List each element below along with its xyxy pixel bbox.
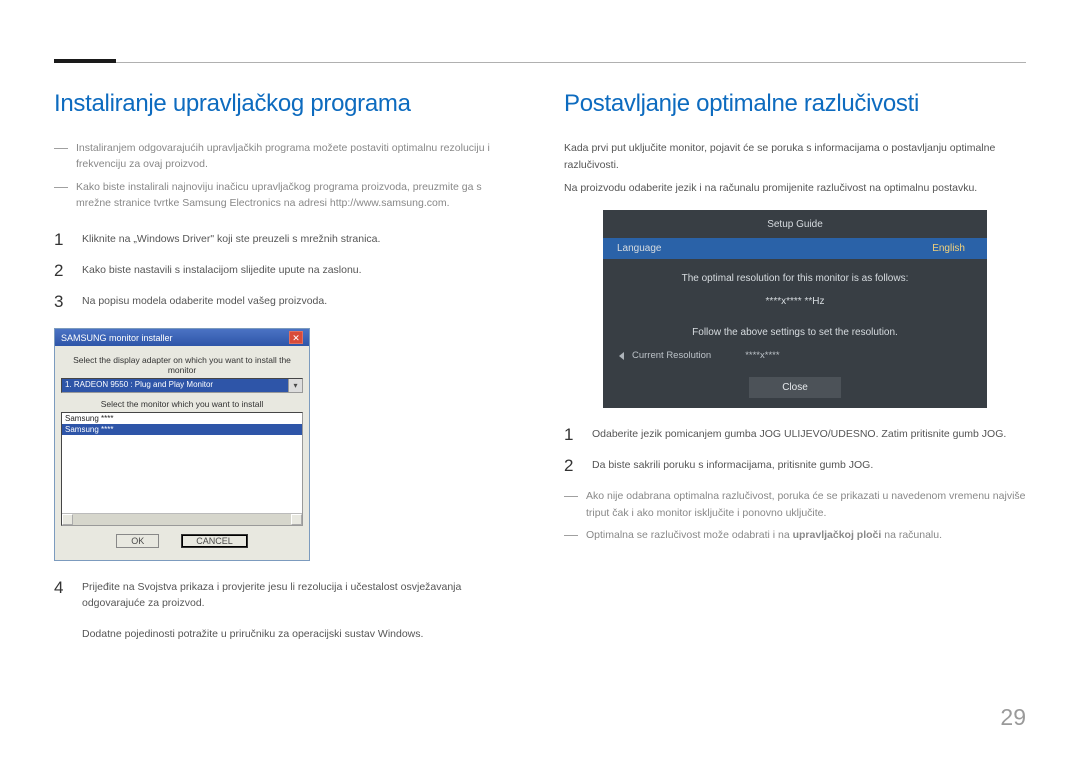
osd-line: Follow the above settings to set the res…	[603, 325, 987, 340]
step-number: 2	[564, 457, 578, 474]
osd-language-row[interactable]: Language English	[603, 238, 987, 259]
dialog-label: Select the display adapter on which you …	[61, 355, 303, 375]
scroll-button-right[interactable]	[291, 514, 302, 525]
note-item: ― Optimalna se razlučivost može odabrati…	[564, 527, 1026, 543]
chevron-down-icon[interactable]: ▾	[288, 379, 302, 392]
osd-resolution: ****x**** **Hz	[603, 294, 987, 309]
osd-lang-label: Language	[617, 243, 662, 254]
step-item: 1 Kliknite na „Windows Driver" koji ste …	[54, 231, 516, 248]
step-text: Da biste sakrili poruku s informacijama,…	[592, 457, 873, 474]
adapter-selected: 1. RADEON 9550 : Plug and Play Monitor	[62, 379, 288, 392]
note-text-bold: upravljačkoj ploči	[793, 529, 882, 541]
step-item: 3 Na popisu modela odaberite model vašeg…	[54, 293, 516, 310]
note-text: Instaliranjem odgovarajućih upravljačkih…	[76, 140, 516, 173]
list-item[interactable]: Samsung ****	[62, 413, 302, 424]
dialog-titlebar: SAMSUNG monitor installer ✕	[55, 329, 309, 346]
osd-title: Setup Guide	[603, 214, 987, 238]
scroll-track[interactable]	[73, 514, 291, 525]
note-item: ― Kako biste instalirali najnoviju inači…	[54, 179, 516, 212]
scroll-button-left[interactable]	[62, 514, 73, 525]
note-text: Kako biste instalirali najnoviju inačicu…	[76, 179, 516, 212]
adapter-dropdown[interactable]: 1. RADEON 9550 : Plug and Play Monitor ▾	[61, 378, 303, 393]
installer-dialog: SAMSUNG monitor installer ✕ Select the d…	[54, 328, 310, 561]
osd-screenshot: Setup Guide Language English The optimal…	[603, 210, 987, 408]
note-item: ― Instaliranjem odgovarajućih upravljačk…	[54, 140, 516, 173]
dash-icon: ―	[54, 140, 68, 173]
list-item[interactable]: Samsung ****	[62, 424, 302, 435]
dialog-label: Select the monitor which you want to ins…	[61, 399, 303, 409]
intro-text: Kada prvi put uključite monitor, pojavit…	[564, 140, 1026, 174]
cancel-button[interactable]: CANCEL	[181, 534, 248, 548]
page-number: 29	[1000, 704, 1026, 731]
triangle-left-icon	[619, 352, 624, 360]
dialog-buttons: OK CANCEL	[61, 526, 303, 554]
header-rule	[54, 62, 1026, 63]
step-text: Kako biste nastavili s instalacijom slij…	[82, 262, 362, 279]
note-text-part: Optimalna se razlučivost može odabrati i…	[586, 529, 793, 541]
step-text: Prijeđite na Svojstva prikaza i provjeri…	[82, 579, 516, 612]
step-text-group: Prijeđite na Svojstva prikaza i provjeri…	[82, 579, 516, 642]
step-text: Kliknite na „Windows Driver" koji ste pr…	[82, 231, 380, 248]
step-number: 3	[54, 293, 68, 310]
step-number: 1	[54, 231, 68, 248]
step-text: Na popisu modela odaberite model vašeg p…	[82, 293, 327, 310]
osd-close-button[interactable]: Close	[749, 377, 841, 398]
step-text: Odaberite jezik pomicanjem gumba JOG ULI…	[592, 426, 1006, 443]
osd-panel: Setup Guide Language English The optimal…	[603, 210, 987, 408]
scrollbar-horizontal[interactable]	[62, 513, 302, 525]
step-number: 1	[564, 426, 578, 443]
step-subtext: Dodatne pojedinosti potražite u priručni…	[82, 626, 516, 642]
left-column: Instaliranje upravljačkog programa ― Ins…	[54, 90, 516, 723]
step-item: 2 Kako biste nastavili s instalacijom sl…	[54, 262, 516, 279]
note-text: Optimalna se razlučivost može odabrati i…	[586, 527, 942, 543]
osd-lang-value: English	[932, 243, 965, 254]
step-number: 2	[54, 262, 68, 279]
step-number: 4	[54, 579, 68, 642]
note-text-part: na računalu.	[881, 529, 942, 541]
note-item: ― Ako nije odabrana optimalna razlučivos…	[564, 488, 1026, 521]
note-text: Ako nije odabrana optimalna razlučivost,…	[586, 488, 1026, 521]
osd-message: The optimal resolution for this monitor …	[603, 271, 987, 340]
osd-current-resolution: Current Resolution ****x****	[603, 346, 987, 365]
dash-icon: ―	[54, 179, 68, 212]
dialog-body: Select the display adapter on which you …	[55, 346, 309, 560]
osd-curres-label: Current Resolution	[632, 350, 711, 361]
header-accent	[54, 59, 116, 63]
step-item: 2 Da biste sakrili poruku s informacijam…	[564, 457, 1026, 474]
right-column: Postavljanje optimalne razlučivosti Kada…	[564, 90, 1026, 723]
step-item: 1 Odaberite jezik pomicanjem gumba JOG U…	[564, 426, 1026, 443]
dash-icon: ―	[564, 527, 578, 543]
heading-left: Instaliranje upravljačkog programa	[54, 90, 516, 118]
heading-right: Postavljanje optimalne razlučivosti	[564, 90, 1026, 118]
page-content: Instaliranje upravljačkog programa ― Ins…	[54, 90, 1026, 723]
monitor-list[interactable]: Samsung **** Samsung ****	[61, 412, 303, 526]
dialog-title: SAMSUNG monitor installer	[61, 333, 173, 343]
step-item: 4 Prijeđite na Svojstva prikaza i provje…	[54, 579, 516, 642]
dash-icon: ―	[564, 488, 578, 521]
close-icon[interactable]: ✕	[289, 331, 303, 344]
intro-text: Na proizvodu odaberite jezik i na računa…	[564, 180, 1026, 197]
osd-curres-value: ****x****	[745, 350, 779, 361]
osd-line: The optimal resolution for this monitor …	[603, 271, 987, 286]
ok-button[interactable]: OK	[116, 534, 159, 548]
